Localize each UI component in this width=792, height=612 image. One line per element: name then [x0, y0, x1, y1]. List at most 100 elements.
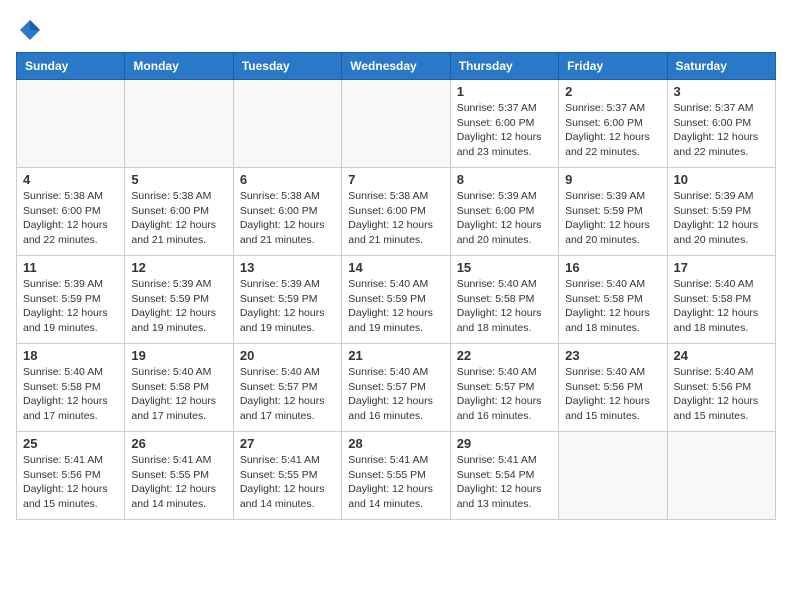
calendar-table: SundayMondayTuesdayWednesdayThursdayFrid… — [16, 52, 776, 520]
calendar-cell: 12 Sunrise: 5:39 AM Sunset: 5:59 PM Dayli… — [125, 256, 233, 344]
calendar-cell: 4 Sunrise: 5:38 AM Sunset: 6:00 PM Daylig… — [17, 168, 125, 256]
day-info: Sunrise: 5:40 AM Sunset: 5:58 PM Dayligh… — [131, 365, 226, 424]
day-info: Sunrise: 5:41 AM Sunset: 5:55 PM Dayligh… — [348, 453, 443, 512]
calendar-cell: 27Sunrise: 5:41 AM Sunset: 5:55 PM Dayli… — [233, 432, 341, 520]
calendar-cell: 1 Sunrise: 5:37 AM Sunset: 6:00 PM Daylig… — [450, 80, 558, 168]
day-info: Sunrise: 5:38 AM Sunset: 6:00 PM Dayligh… — [348, 189, 443, 248]
calendar-cell: 10 Sunrise: 5:39 AM Sunset: 5:59 PM Dayli… — [667, 168, 775, 256]
calendar-cell — [667, 432, 775, 520]
day-header-wednesday: Wednesday — [342, 53, 450, 80]
day-info: Sunrise: 5:41 AM Sunset: 5:56 PM Dayligh… — [23, 453, 118, 512]
day-number: 7 — [348, 172, 443, 187]
week-row-4: 18 Sunrise: 5:40 AM Sunset: 5:58 PM Dayli… — [17, 344, 776, 432]
day-number: 11 — [23, 260, 118, 275]
calendar-cell: 26 Sunrise: 5:41 AM Sunset: 5:55 PM Dayli… — [125, 432, 233, 520]
day-number: 12 — [131, 260, 226, 275]
calendar-cell — [559, 432, 667, 520]
day-number: 27 — [240, 436, 335, 451]
day-number: 23 — [565, 348, 660, 363]
calendar-cell — [125, 80, 233, 168]
day-number: 14 — [348, 260, 443, 275]
calendar-cell: 9 Sunrise: 5:39 AM Sunset: 5:59 PM Daylig… — [559, 168, 667, 256]
calendar-cell: 5 Sunrise: 5:38 AM Sunset: 6:00 PM Daylig… — [125, 168, 233, 256]
calendar-cell: 24 Sunrise: 5:40 AM Sunset: 5:56 PM Dayli… — [667, 344, 775, 432]
day-number: 13 — [240, 260, 335, 275]
day-number: 6 — [240, 172, 335, 187]
day-header-sunday: Sunday — [17, 53, 125, 80]
logo-icon — [16, 16, 44, 44]
day-info: Sunrise: 5:39 AM Sunset: 6:00 PM Dayligh… — [457, 189, 552, 248]
week-row-1: 1 Sunrise: 5:37 AM Sunset: 6:00 PM Daylig… — [17, 80, 776, 168]
calendar-cell: 3 Sunrise: 5:37 AM Sunset: 6:00 PM Daylig… — [667, 80, 775, 168]
calendar-cell: 14 Sunrise: 5:40 AM Sunset: 5:59 PM Dayli… — [342, 256, 450, 344]
calendar-cell: 7 Sunrise: 5:38 AM Sunset: 6:00 PM Daylig… — [342, 168, 450, 256]
day-info: Sunrise: 5:41 AM Sunset: 5:55 PM Dayligh… — [131, 453, 226, 512]
day-number: 15 — [457, 260, 552, 275]
day-number: 1 — [457, 84, 552, 99]
calendar-cell: 29 Sunrise: 5:41 AM Sunset: 5:54 PM Dayli… — [450, 432, 558, 520]
day-number: 16 — [565, 260, 660, 275]
calendar-cell — [342, 80, 450, 168]
week-row-2: 4 Sunrise: 5:38 AM Sunset: 6:00 PM Daylig… — [17, 168, 776, 256]
day-info: Sunrise: 5:40 AM Sunset: 5:56 PM Dayligh… — [674, 365, 769, 424]
week-row-3: 11 Sunrise: 5:39 AM Sunset: 5:59 PM Dayli… — [17, 256, 776, 344]
day-number: 17 — [674, 260, 769, 275]
calendar-cell: 22 Sunrise: 5:40 AM Sunset: 5:57 PM Dayli… — [450, 344, 558, 432]
day-info: Sunrise: 5:40 AM Sunset: 5:58 PM Dayligh… — [457, 277, 552, 336]
day-info: Sunrise: 5:39 AM Sunset: 5:59 PM Dayligh… — [131, 277, 226, 336]
day-info: Sunrise: 5:37 AM Sunset: 6:00 PM Dayligh… — [674, 101, 769, 160]
day-number: 24 — [674, 348, 769, 363]
calendar-cell: 28Sunrise: 5:41 AM Sunset: 5:55 PM Dayli… — [342, 432, 450, 520]
day-header-monday: Monday — [125, 53, 233, 80]
day-info: Sunrise: 5:40 AM Sunset: 5:56 PM Dayligh… — [565, 365, 660, 424]
calendar-cell: 21 Sunrise: 5:40 AM Sunset: 5:57 PM Dayli… — [342, 344, 450, 432]
day-info: Sunrise: 5:40 AM Sunset: 5:59 PM Dayligh… — [348, 277, 443, 336]
calendar-cell: 15 Sunrise: 5:40 AM Sunset: 5:58 PM Dayli… — [450, 256, 558, 344]
day-number: 10 — [674, 172, 769, 187]
day-info: Sunrise: 5:40 AM Sunset: 5:57 PM Dayligh… — [348, 365, 443, 424]
day-info: Sunrise: 5:38 AM Sunset: 6:00 PM Dayligh… — [131, 189, 226, 248]
day-info: Sunrise: 5:41 AM Sunset: 5:54 PM Dayligh… — [457, 453, 552, 512]
days-header-row: SundayMondayTuesdayWednesdayThursdayFrid… — [17, 53, 776, 80]
day-header-saturday: Saturday — [667, 53, 775, 80]
day-info: Sunrise: 5:38 AM Sunset: 6:00 PM Dayligh… — [23, 189, 118, 248]
day-number: 22 — [457, 348, 552, 363]
day-number: 25 — [23, 436, 118, 451]
day-number: 8 — [457, 172, 552, 187]
day-info: Sunrise: 5:39 AM Sunset: 5:59 PM Dayligh… — [23, 277, 118, 336]
day-info: Sunrise: 5:37 AM Sunset: 6:00 PM Dayligh… — [565, 101, 660, 160]
calendar-cell: 11 Sunrise: 5:39 AM Sunset: 5:59 PM Dayli… — [17, 256, 125, 344]
day-header-friday: Friday — [559, 53, 667, 80]
day-info: Sunrise: 5:40 AM Sunset: 5:58 PM Dayligh… — [674, 277, 769, 336]
day-info: Sunrise: 5:40 AM Sunset: 5:58 PM Dayligh… — [565, 277, 660, 336]
day-number: 20 — [240, 348, 335, 363]
day-info: Sunrise: 5:40 AM Sunset: 5:58 PM Dayligh… — [23, 365, 118, 424]
day-number: 9 — [565, 172, 660, 187]
week-row-5: 25 Sunrise: 5:41 AM Sunset: 5:56 PM Dayli… — [17, 432, 776, 520]
calendar-cell: 2Sunrise: 5:37 AM Sunset: 6:00 PM Daylig… — [559, 80, 667, 168]
calendar-cell: 6 Sunrise: 5:38 AM Sunset: 6:00 PM Daylig… — [233, 168, 341, 256]
calendar-cell: 17 Sunrise: 5:40 AM Sunset: 5:58 PM Dayli… — [667, 256, 775, 344]
day-info: Sunrise: 5:37 AM Sunset: 6:00 PM Dayligh… — [457, 101, 552, 160]
calendar-cell: 19 Sunrise: 5:40 AM Sunset: 5:58 PM Dayli… — [125, 344, 233, 432]
day-info: Sunrise: 5:38 AM Sunset: 6:00 PM Dayligh… — [240, 189, 335, 248]
day-info: Sunrise: 5:40 AM Sunset: 5:57 PM Dayligh… — [457, 365, 552, 424]
logo — [16, 16, 48, 44]
day-number: 3 — [674, 84, 769, 99]
day-number: 26 — [131, 436, 226, 451]
day-number: 18 — [23, 348, 118, 363]
calendar-cell: 25 Sunrise: 5:41 AM Sunset: 5:56 PM Dayli… — [17, 432, 125, 520]
calendar-cell: 20Sunrise: 5:40 AM Sunset: 5:57 PM Dayli… — [233, 344, 341, 432]
day-info: Sunrise: 5:39 AM Sunset: 5:59 PM Dayligh… — [565, 189, 660, 248]
calendar-cell — [233, 80, 341, 168]
day-header-thursday: Thursday — [450, 53, 558, 80]
day-header-tuesday: Tuesday — [233, 53, 341, 80]
day-number: 19 — [131, 348, 226, 363]
calendar-cell — [17, 80, 125, 168]
day-number: 4 — [23, 172, 118, 187]
day-number: 5 — [131, 172, 226, 187]
day-number: 29 — [457, 436, 552, 451]
calendar-cell: 18 Sunrise: 5:40 AM Sunset: 5:58 PM Dayli… — [17, 344, 125, 432]
day-info: Sunrise: 5:39 AM Sunset: 5:59 PM Dayligh… — [674, 189, 769, 248]
day-number: 21 — [348, 348, 443, 363]
